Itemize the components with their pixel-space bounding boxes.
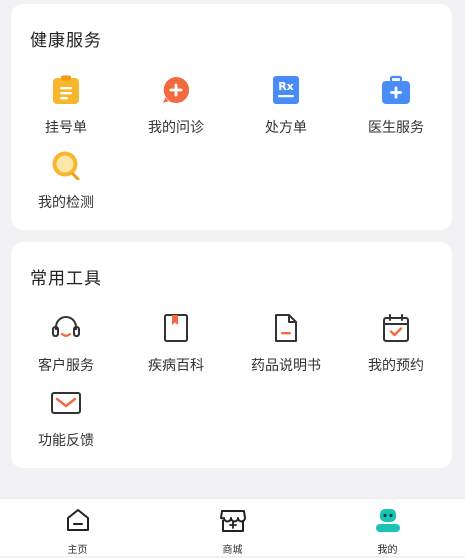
tools-tile-disease-encyclopedia[interactable]: 疾病百科 [121,312,231,375]
health-tile-label: 挂号单 [45,120,87,136]
health-tile-consultation[interactable]: 我的问诊 [121,74,231,137]
svg-text:Rx: Rx [278,80,294,93]
common-tools-grid: 客户服务 疾病百科 药品说明书 我的预约 功能反馈 [11,312,452,450]
tools-tile-my-appointments[interactable]: 我的预约 [341,312,451,375]
calendar-check-icon [380,312,412,344]
tools-tile-label: 功能反馈 [38,433,94,449]
health-tile-prescription[interactable]: Rx 处方单 [231,74,341,137]
health-tile-label: 我的问诊 [148,120,204,136]
medical-kit-icon [380,74,412,106]
home-icon [65,507,91,537]
health-tile-registration[interactable]: 挂号单 [11,74,121,137]
store-icon [219,507,247,537]
tab-store-label: 商城 [222,545,243,556]
document-icon [270,312,302,344]
health-tile-label: 处方单 [265,120,307,136]
health-services-title: 健康服务 [30,31,102,51]
health-tile-doctor[interactable]: 医生服务 [341,74,451,137]
clipboard-icon [50,74,82,106]
health-services-grid: 挂号单 我的问诊 Rx 处方单 医生服务 我的检测 [11,74,452,212]
tab-store[interactable]: 商城 [155,499,310,558]
book-icon [160,312,192,344]
health-tile-testing[interactable]: 我的检测 [11,149,121,212]
tab-mine[interactable]: 我的 [310,499,465,558]
magnifier-icon [50,149,82,181]
mail-icon [50,387,82,419]
common-tools-title: 常用工具 [30,269,102,289]
consult-plus-icon [160,74,192,106]
tools-tile-customer-service[interactable]: 客户服务 [11,312,121,375]
tools-tile-label: 我的预约 [368,358,424,374]
health-services-card: 健康服务 挂号单 我的问诊 Rx 处方单 医生服务 我的检测 [11,4,452,230]
health-tile-label: 医生服务 [368,120,424,136]
tools-tile-feedback[interactable]: 功能反馈 [11,387,121,450]
tools-tile-label: 客户服务 [38,358,94,374]
tools-tile-label: 药品说明书 [251,358,321,374]
headset-icon [50,312,82,344]
bottom-tab-bar: 主页 商城 我的 [0,498,465,558]
tools-tile-drug-instructions[interactable]: 药品说明书 [231,312,341,375]
health-tile-label: 我的检测 [38,195,94,211]
rx-icon: Rx [270,74,302,106]
tab-mine-label: 我的 [377,545,398,556]
profile-robot-icon [374,507,402,537]
tools-tile-label: 疾病百科 [148,358,204,374]
tab-home[interactable]: 主页 [0,499,155,558]
tab-home-label: 主页 [67,545,88,556]
common-tools-card: 常用工具 客户服务 疾病百科 药品说明书 我的预约 功能反馈 [11,242,452,468]
